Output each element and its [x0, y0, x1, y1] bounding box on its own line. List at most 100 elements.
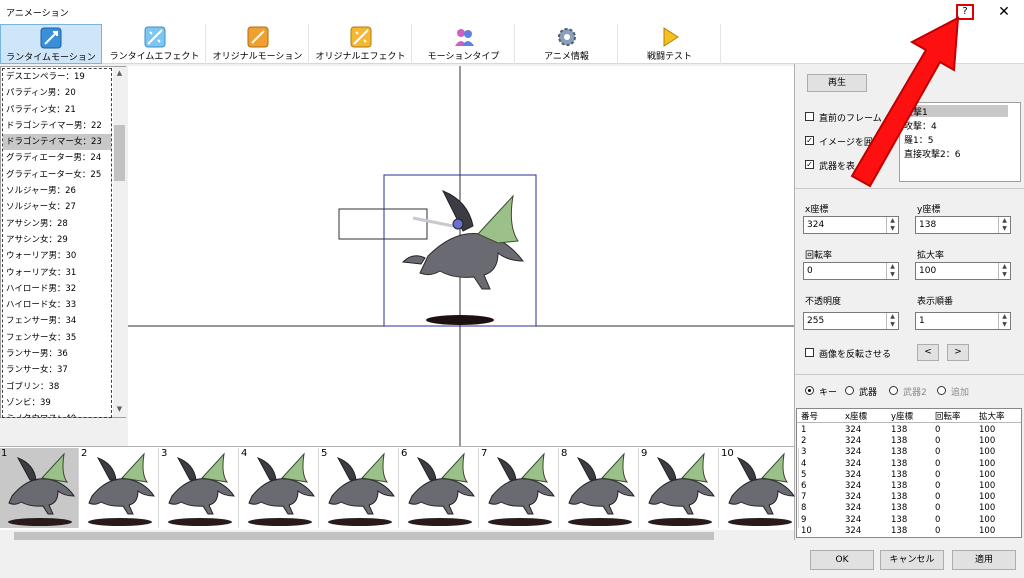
x-coord-spinner[interactable]: 324 ▲ ▼	[803, 216, 899, 234]
prev-frame-button[interactable]: <	[917, 344, 939, 361]
grid-cell[interactable]: 0	[935, 492, 940, 502]
grid-cell[interactable]: 3	[801, 447, 806, 457]
character-list-item[interactable]: ウォーリア女：31	[3, 265, 111, 281]
grid-cell[interactable]: 10	[801, 526, 812, 536]
prev-frame-checkbox[interactable]	[805, 112, 814, 121]
radio-weapon[interactable]	[845, 386, 854, 395]
grid-cell[interactable]: 100	[979, 492, 995, 502]
close-button[interactable]: ✕	[996, 3, 1012, 21]
grid-cell[interactable]: 100	[979, 470, 995, 480]
character-list-item[interactable]: フェンサー女：35	[3, 330, 111, 346]
grid-cell[interactable]: 324	[845, 470, 861, 480]
opacity-spinner[interactable]: 255 ▲ ▼	[803, 312, 899, 330]
character-list-item[interactable]: パラディン男：20	[3, 85, 111, 101]
ok-button[interactable]: OK	[810, 550, 874, 570]
character-list-item[interactable]: ソルジャー男：26	[3, 183, 111, 199]
next-frame-button[interactable]: >	[947, 344, 969, 361]
tab-motion-type[interactable]: モーションタイプ	[413, 24, 515, 64]
grid-cell[interactable]: 324	[845, 492, 861, 502]
grid-cell[interactable]: 0	[935, 526, 940, 536]
weapon-checkbox[interactable]: ✓	[805, 160, 814, 169]
grid-cell[interactable]: 324	[845, 425, 861, 435]
grid-cell[interactable]: 100	[979, 515, 995, 525]
grid-cell[interactable]: 2	[801, 436, 806, 446]
grid-cell[interactable]: 0	[935, 425, 940, 435]
grid-cell[interactable]: 138	[891, 515, 907, 525]
display-order-spinner[interactable]: 1 ▲ ▼	[915, 312, 1011, 330]
grid-cell[interactable]: 4	[801, 459, 806, 469]
grid-cell[interactable]: 8	[801, 503, 806, 513]
grid-cell[interactable]: 0	[935, 459, 940, 469]
grid-cell[interactable]: 0	[935, 447, 940, 457]
grid-column-header[interactable]: x座標	[845, 410, 867, 422]
grid-cell[interactable]: 138	[891, 526, 907, 536]
character-list-item[interactable]: ランサー男：36	[3, 346, 111, 362]
character-list-item[interactable]: パラディン女：21	[3, 102, 111, 118]
rotation-spinner[interactable]: 0 ▲ ▼	[803, 262, 899, 280]
grid-column-header[interactable]: 回転率	[935, 410, 961, 422]
character-list-item[interactable]: ドラゴンテイマー女：23	[3, 134, 111, 151]
frame-data-grid[interactable]: 番号 x座標 y座標 回転率 拡大率 1 324 138 0 100 2 324 138 0 100 3 324…	[796, 408, 1022, 538]
grid-cell[interactable]: 100	[979, 481, 995, 491]
radio-weapon2[interactable]	[889, 386, 898, 395]
character-list-item[interactable]: ミノタウロス：40	[3, 411, 111, 417]
grid-cell[interactable]: 324	[845, 503, 861, 513]
radio-add[interactable]	[937, 386, 946, 395]
grid-column-header[interactable]: 番号	[801, 410, 818, 422]
character-list-item[interactable]: デスエンペラー：19	[3, 69, 111, 85]
timeline-frame[interactable]: 6	[400, 448, 479, 528]
grid-cell[interactable]: 9	[801, 515, 806, 525]
grid-cell[interactable]: 324	[845, 481, 861, 491]
timeline-frame[interactable]: 4	[240, 448, 319, 528]
grid-cell[interactable]: 138	[891, 481, 907, 491]
character-list-item[interactable]: ゾンビ：39	[3, 395, 111, 411]
radio-key[interactable]	[805, 386, 814, 395]
tab-original-motion[interactable]: オリジナルモーション	[207, 24, 309, 64]
grid-cell[interactable]: 138	[891, 503, 907, 513]
image-frame-checkbox[interactable]: ✓	[805, 136, 814, 145]
grid-cell[interactable]: 138	[891, 492, 907, 502]
grid-column-header[interactable]: 拡大率	[979, 410, 1005, 422]
character-list-item[interactable]: グラディエーター男：24	[3, 150, 111, 166]
grid-cell[interactable]: 0	[935, 436, 940, 446]
scale-spinner[interactable]: 100 ▲ ▼	[915, 262, 1011, 280]
list-scroll-thumb[interactable]	[114, 125, 125, 181]
grid-cell[interactable]: 138	[891, 459, 907, 469]
character-list-item[interactable]: グラディエーター女：25	[3, 167, 111, 183]
grid-cell[interactable]: 100	[979, 447, 995, 457]
apply-button[interactable]: 適用	[952, 550, 1016, 570]
timeline-frame[interactable]: 9	[640, 448, 719, 528]
list-scrollbar[interactable]: ▲ ▼	[113, 67, 126, 417]
character-list-item[interactable]: アサシン女：29	[3, 232, 111, 248]
character-list-item[interactable]: フェンサー男：34	[3, 313, 111, 329]
scroll-up-icon[interactable]: ▲	[115, 69, 124, 79]
flip-image-checkbox[interactable]	[805, 348, 814, 357]
grid-cell[interactable]: 100	[979, 459, 995, 469]
tab-original-effect[interactable]: オリジナルエフェクト	[310, 24, 412, 64]
character-list[interactable]: デスエンペラー：19 パラディン男：20 パラディン女：21 ドラゴンテイマー男：22…	[2, 68, 112, 418]
character-list-item[interactable]: アサシン男：28	[3, 216, 111, 232]
grid-cell[interactable]: 138	[891, 436, 907, 446]
grid-cell[interactable]: 0	[935, 481, 940, 491]
tab-runtime-motion[interactable]: ランタイムモーション	[0, 24, 102, 64]
timeline-frame[interactable]: 1	[0, 448, 79, 528]
grid-cell[interactable]: 324	[845, 447, 861, 457]
grid-cell[interactable]: 0	[935, 470, 940, 480]
grid-cell[interactable]: 0	[935, 503, 940, 513]
grid-cell[interactable]: 1	[801, 425, 806, 435]
grid-cell[interactable]: 324	[845, 515, 861, 525]
timeline-scrollbar[interactable]	[0, 530, 794, 542]
timeline-frame[interactable]: 10	[720, 448, 799, 528]
grid-cell[interactable]: 100	[979, 425, 995, 435]
grid-cell[interactable]: 324	[845, 436, 861, 446]
character-list-item[interactable]: ソルジャー女：27	[3, 199, 111, 215]
cancel-button[interactable]: キャンセル	[880, 550, 944, 570]
scroll-down-icon[interactable]: ▼	[115, 405, 124, 415]
timeline-frame[interactable]: 2	[80, 448, 159, 528]
animation-preview-canvas[interactable]	[128, 66, 794, 446]
timeline-scroll-thumb[interactable]	[14, 532, 714, 540]
grid-cell[interactable]: 324	[845, 526, 861, 536]
character-list-item[interactable]: ハイロード男：32	[3, 281, 111, 297]
character-list-item[interactable]: ゴブリン：38	[3, 379, 111, 395]
grid-column-header[interactable]: y座標	[891, 410, 913, 422]
